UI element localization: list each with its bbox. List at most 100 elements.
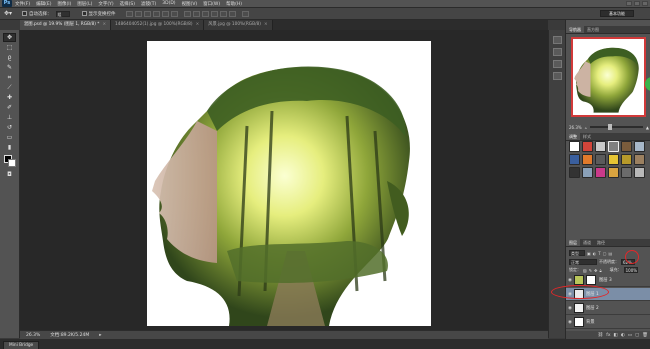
style-swatch[interactable] [595, 167, 606, 178]
eyedropper-tool-icon[interactable]: ⟋ [3, 83, 16, 92]
style-swatch[interactable] [621, 154, 632, 165]
lock-move-icon[interactable]: ✥ [594, 268, 597, 273]
menu-window[interactable]: 窗口(W) [203, 1, 220, 7]
quick-select-tool-icon[interactable]: ✎ [3, 63, 16, 72]
auto-select-checkbox[interactable] [22, 11, 28, 16]
navigator-zoom-value[interactable]: 26.3% [569, 125, 582, 130]
style-swatch[interactable] [595, 154, 606, 165]
menu-layer[interactable]: 图层(L) [77, 1, 92, 7]
new-group-icon[interactable]: ▭ [628, 333, 632, 338]
distribute-bottom-icon[interactable] [201, 10, 209, 17]
menu-view[interactable]: 视图(V) [182, 1, 198, 7]
lock-paint-icon[interactable]: ✎ [589, 268, 592, 273]
tab-channels[interactable]: 通道 [580, 239, 594, 246]
mini-bridge-tab[interactable]: Mini Bridge [3, 341, 40, 349]
eraser-tool-icon[interactable]: ▭ [3, 133, 16, 142]
history-panel-icon[interactable] [553, 36, 562, 44]
close-tab-icon[interactable]: × [196, 22, 200, 27]
distribute-top-icon[interactable] [183, 10, 191, 17]
move-tool-icon[interactable]: ✥ [3, 33, 16, 42]
layer-name[interactable]: 图层 2 [586, 305, 599, 311]
style-swatch[interactable] [582, 141, 593, 152]
align-left-icon[interactable] [152, 10, 160, 17]
clone-stamp-icon[interactable]: ⊥ [3, 113, 16, 122]
filter-shape-icon[interactable]: ▢ [603, 251, 607, 256]
tab-paths[interactable]: 路径 [594, 239, 608, 246]
zoom-in-icon[interactable]: ▲ [646, 125, 649, 130]
align-right-icon[interactable] [170, 10, 178, 17]
menu-select[interactable]: 选择(S) [120, 1, 135, 7]
style-swatch[interactable] [608, 141, 619, 152]
tab-histogram[interactable]: 直方图 [584, 26, 602, 33]
style-swatch[interactable] [634, 141, 645, 152]
show-transform-checkbox[interactable] [81, 11, 87, 16]
style-swatch[interactable] [634, 167, 645, 178]
history-brush-icon[interactable]: ↺ [3, 123, 16, 132]
tab-document-1[interactable]: 混图.psd @ 19.9% (图层 1, RGB/8) * × [20, 20, 112, 30]
tab-document-2[interactable]: 1486404052(1).jpg @ 100%(RGB/8) × [111, 20, 205, 30]
menu-help[interactable]: 帮助(H) [226, 1, 242, 7]
tab-document-3[interactable]: 风景.jpg @ 100%(RGB/8) × [204, 20, 273, 30]
crop-tool-icon[interactable]: ⌗ [3, 73, 16, 82]
style-swatch[interactable] [569, 167, 580, 178]
minimize-button[interactable] [626, 1, 632, 6]
blend-mode-dropdown[interactable]: 正常 [569, 259, 597, 265]
actions-panel-icon[interactable] [553, 48, 562, 56]
healing-brush-icon[interactable]: ✚ [3, 93, 16, 102]
zoom-out-icon[interactable]: ▵ [585, 125, 587, 130]
quick-mask-icon[interactable]: ◘ [3, 170, 16, 179]
style-swatch[interactable] [582, 167, 593, 178]
filter-smart-icon[interactable]: ▤ [609, 251, 613, 256]
close-tab-icon[interactable]: × [102, 22, 106, 27]
properties-panel-icon[interactable] [553, 60, 562, 68]
gradient-tool-icon[interactable]: ▮ [3, 143, 16, 152]
document-canvas[interactable] [147, 41, 431, 326]
background-color-swatch[interactable] [8, 159, 16, 167]
lasso-tool-icon[interactable]: ϱ [3, 53, 16, 62]
character-panel-icon[interactable] [553, 72, 562, 80]
layer-row[interactable]: ◉ 背景 [566, 316, 650, 329]
layer-name[interactable]: 图层 3 [599, 277, 612, 283]
maximize-button[interactable] [634, 1, 640, 6]
new-layer-icon[interactable]: ▢ [635, 333, 639, 338]
menu-type[interactable]: 文字(Y) [98, 1, 113, 7]
menu-image[interactable]: 图像(I) [57, 1, 71, 7]
navigator-thumbnail[interactable] [571, 37, 646, 117]
tab-adjustments[interactable]: 调整 [566, 133, 580, 140]
lock-all-icon[interactable]: 🔒︎ [600, 268, 602, 273]
filter-type-icon[interactable]: T [598, 251, 600, 256]
menu-3d[interactable]: 3D(D) [162, 1, 175, 6]
tab-layers[interactable]: 图层 [566, 239, 580, 246]
style-swatch[interactable] [582, 154, 593, 165]
distribute-right-icon[interactable] [228, 10, 236, 17]
layer-name[interactable]: 背景 [586, 319, 595, 325]
add-mask-icon[interactable]: ◧ [614, 333, 618, 338]
delete-layer-icon[interactable]: 🗑︎ [642, 333, 648, 338]
visibility-eye-icon[interactable]: ◉ [566, 320, 574, 325]
align-bottom-icon[interactable] [143, 10, 151, 17]
zoom-slider-knob[interactable] [607, 124, 612, 130]
visibility-eye-icon[interactable]: ◉ [566, 306, 574, 311]
tab-styles[interactable]: 样式 [580, 133, 594, 140]
layer-mask-thumbnail[interactable] [586, 275, 596, 285]
workspace-button[interactable]: 基本功能 [600, 10, 634, 17]
auto-select-dropdown[interactable]: 组 [55, 10, 70, 17]
filter-pixel-icon[interactable]: ▣ [587, 251, 591, 256]
style-swatch[interactable] [595, 141, 606, 152]
style-swatch[interactable] [608, 167, 619, 178]
menu-filter[interactable]: 滤镜(T) [141, 1, 156, 7]
style-swatch[interactable] [569, 154, 580, 165]
distribute-middle-icon[interactable] [192, 10, 200, 17]
menu-file[interactable]: 文件(F) [15, 1, 30, 7]
align-center-icon[interactable] [161, 10, 169, 17]
brush-tool-icon[interactable]: ✐ [3, 103, 16, 112]
align-middle-icon[interactable] [134, 10, 142, 17]
close-button[interactable] [642, 1, 648, 6]
layer-row[interactable]: ◉ 图层 2 [566, 302, 650, 315]
zoom-level[interactable]: 26.3% [26, 333, 40, 338]
style-swatch[interactable] [634, 154, 645, 165]
marquee-tool-icon[interactable]: ⬚ [3, 43, 16, 52]
move-tool-icon[interactable]: ✥▾ [4, 10, 12, 17]
distribute-center-icon[interactable] [219, 10, 227, 17]
lock-pixels-icon[interactable]: ▨ [583, 268, 587, 273]
